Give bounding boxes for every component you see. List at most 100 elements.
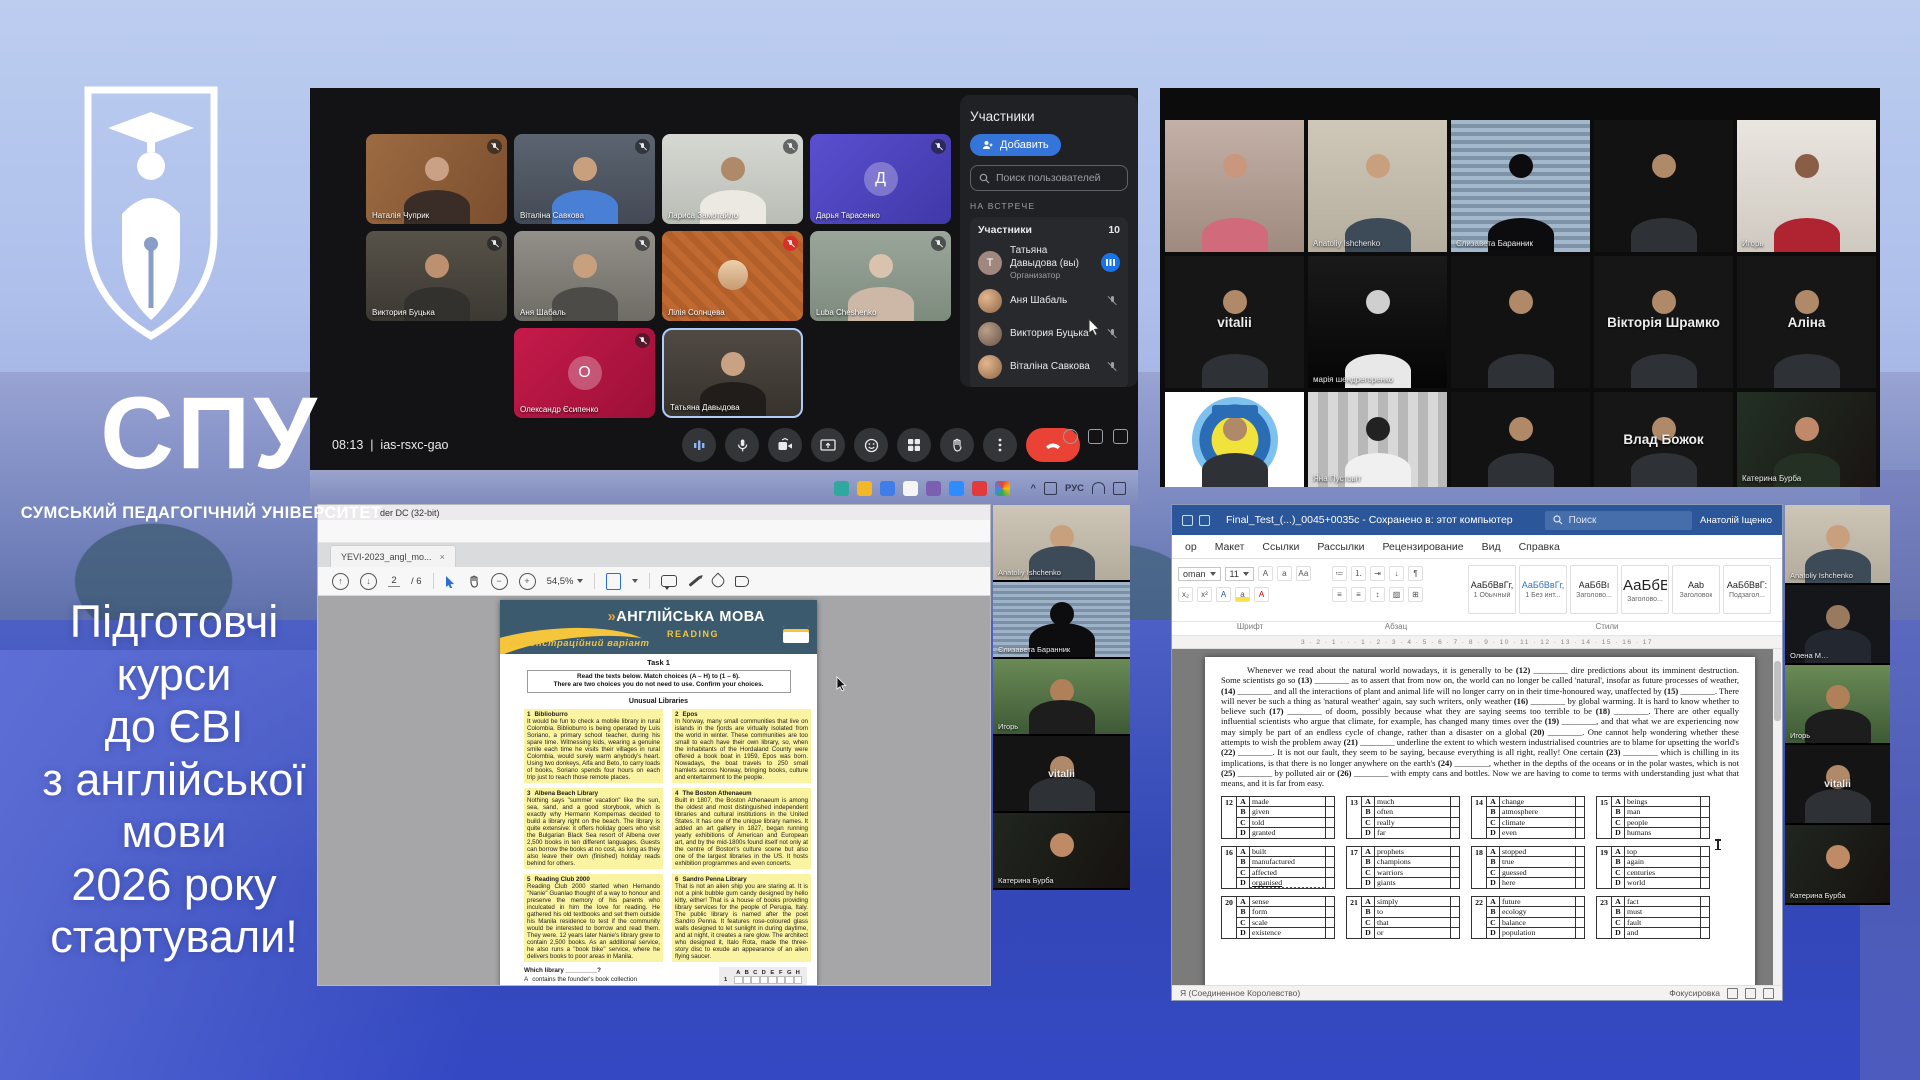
- change-case-icon[interactable]: Аа: [1296, 566, 1311, 581]
- undo-icon[interactable]: [1199, 515, 1210, 526]
- viber-icon[interactable]: [926, 481, 941, 496]
- style-card[interactable]: АаБбВвГ Заголово...: [1621, 565, 1669, 614]
- video-tile[interactable]: Влад Божок: [1594, 392, 1733, 487]
- video-tile[interactable]: Катерина Бурба: [1737, 392, 1876, 487]
- video-tile[interactable]: Luba Cheshenko: [810, 231, 951, 321]
- zoom-out-button[interactable]: −: [491, 573, 508, 590]
- superscript-icon[interactable]: х²: [1197, 587, 1212, 602]
- fill-sign-icon[interactable]: [709, 573, 726, 590]
- volume-icon[interactable]: [1113, 482, 1126, 495]
- mic-button[interactable]: [725, 428, 759, 462]
- video-tile[interactable]: [1165, 392, 1304, 487]
- audio-level-button[interactable]: [682, 428, 716, 462]
- select-tool-icon[interactable]: [445, 575, 456, 588]
- video-tile[interactable]: Игорь: [993, 659, 1130, 736]
- web-layout-icon[interactable]: [1763, 988, 1774, 999]
- video-tile[interactable]: Катерина Бурба: [1785, 825, 1890, 905]
- zoom-level-select[interactable]: 54,5%: [547, 576, 583, 587]
- tray-expand-icon[interactable]: ^: [1030, 483, 1036, 494]
- chrome-icon[interactable]: [995, 481, 1010, 496]
- style-card[interactable]: Aab Заголовок: [1672, 565, 1720, 614]
- line-spacing-icon[interactable]: ↕: [1370, 587, 1385, 602]
- ribbon-tab[interactable]: ор: [1176, 541, 1206, 553]
- tray-icon[interactable]: [1044, 482, 1057, 495]
- taskbar-app-icon[interactable]: [880, 481, 895, 496]
- ribbon-tab[interactable]: Ссылки: [1253, 541, 1308, 553]
- video-tile[interactable]: vitalii: [1165, 256, 1304, 388]
- video-tile[interactable]: Д Дарья Тарасенко: [810, 134, 951, 224]
- style-card[interactable]: АаБбВı Заголово...: [1570, 565, 1618, 614]
- taskbar-app-icon[interactable]: [903, 481, 918, 496]
- hand-tool-icon[interactable]: [467, 575, 480, 588]
- style-card[interactable]: АаБбВвГ: Подзагол...: [1723, 565, 1771, 614]
- video-tile[interactable]: Anatoliy Ishchenko: [1308, 120, 1447, 252]
- ribbon-tab[interactable]: Вид: [1473, 541, 1510, 553]
- video-tile[interactable]: Виктория Буцька: [366, 231, 507, 321]
- comment-icon[interactable]: [661, 575, 677, 587]
- indent-icon[interactable]: ⇥: [1370, 566, 1385, 581]
- video-tile[interactable]: Аліна: [1737, 256, 1876, 388]
- camera-button[interactable]: [768, 428, 802, 462]
- scrollbar[interactable]: [1773, 649, 1782, 985]
- more-options-button[interactable]: [983, 428, 1017, 462]
- page-up-button[interactable]: ↑: [332, 573, 349, 590]
- pdf-document-area[interactable]: АНГЛІЙСЬКА МОВА READING демонстраційний …: [318, 596, 990, 985]
- video-tile[interactable]: Лілія Солнцева: [662, 231, 803, 321]
- page-number-input[interactable]: 2: [388, 575, 400, 587]
- print-layout-icon[interactable]: [1745, 988, 1756, 999]
- participant-row[interactable]: Аня Шабаль: [978, 289, 1120, 313]
- video-tile[interactable]: [1451, 256, 1590, 388]
- video-tile[interactable]: Олена М…: [1785, 585, 1890, 665]
- video-tile[interactable]: Наталія Чуприк: [366, 134, 507, 224]
- align-center-icon[interactable]: ≡: [1351, 587, 1366, 602]
- word-document-area[interactable]: Whenever we read about the natural world…: [1172, 649, 1782, 985]
- raise-hand-button[interactable]: [940, 428, 974, 462]
- video-tile[interactable]: Anatoliy Ishchenko: [1785, 505, 1890, 585]
- word-search-input[interactable]: Поиск: [1545, 511, 1692, 530]
- video-tile[interactable]: Яна Пустовіт: [1308, 392, 1447, 487]
- video-tile[interactable]: vitalii: [993, 736, 1130, 813]
- participant-row[interactable]: Віталіна Савкова: [978, 355, 1120, 379]
- video-tile[interactable]: марія шендрегоренко: [1308, 256, 1447, 388]
- layout-button[interactable]: [897, 428, 931, 462]
- taskbar-app-icon[interactable]: [834, 481, 849, 496]
- search-users-input[interactable]: Поиск пользователей: [970, 165, 1128, 191]
- font-color-icon[interactable]: А: [1254, 587, 1269, 602]
- folder-icon[interactable]: [857, 481, 872, 496]
- video-tile[interactable]: [1165, 120, 1304, 252]
- page-view-icon[interactable]: [606, 573, 621, 590]
- highlight-icon[interactable]: а: [1235, 587, 1250, 602]
- font-size-select[interactable]: 11: [1225, 567, 1254, 581]
- zoom-app-icon[interactable]: [949, 481, 964, 496]
- shrink-font-icon[interactable]: а: [1277, 566, 1292, 581]
- grow-font-icon[interactable]: А: [1258, 566, 1273, 581]
- font-name-select[interactable]: oman: [1178, 567, 1221, 581]
- video-tile[interactable]: Игорь: [1737, 120, 1876, 252]
- focus-mode-label[interactable]: Фокусировка: [1669, 988, 1720, 998]
- close-tab-icon[interactable]: ×: [440, 552, 445, 562]
- sort-icon[interactable]: ↓: [1389, 566, 1404, 581]
- video-tile[interactable]: Аня Шабаль: [514, 231, 655, 321]
- video-tile[interactable]: [1594, 120, 1733, 252]
- video-tile[interactable]: О Олександр Єсипенко: [514, 328, 655, 418]
- style-card[interactable]: АаБбВвГг, 1 Без инт...: [1519, 565, 1567, 614]
- shading-icon[interactable]: ▨: [1389, 587, 1404, 602]
- present-screen-button[interactable]: [811, 428, 845, 462]
- video-tile[interactable]: Лариса Замотайло: [662, 134, 803, 224]
- bullets-icon[interactable]: ≔: [1332, 566, 1347, 581]
- people-icon[interactable]: [1113, 429, 1128, 444]
- video-tile[interactable]: vitalii: [1785, 745, 1890, 825]
- video-tile[interactable]: Вікторія Шрамко: [1594, 256, 1733, 388]
- add-user-button[interactable]: Добавить: [970, 134, 1061, 156]
- quick-access-toolbar[interactable]: [1182, 515, 1210, 526]
- zoom-in-button[interactable]: +: [519, 573, 536, 590]
- text-effects-icon[interactable]: А: [1216, 587, 1231, 602]
- pdf-document-tab[interactable]: YEVI-2023_angl_mo... ×: [330, 545, 456, 567]
- video-tile[interactable]: Катерина Бурба: [993, 813, 1130, 890]
- video-tile[interactable]: Игорь: [1785, 665, 1890, 745]
- account-name[interactable]: Анатолій Іщенко: [1700, 515, 1772, 526]
- video-tile[interactable]: Віталіна Савкова: [514, 134, 655, 224]
- emoji-button[interactable]: [854, 428, 888, 462]
- numbering-icon[interactable]: ⒈: [1351, 566, 1366, 581]
- ribbon-tab[interactable]: Рассылки: [1308, 541, 1373, 553]
